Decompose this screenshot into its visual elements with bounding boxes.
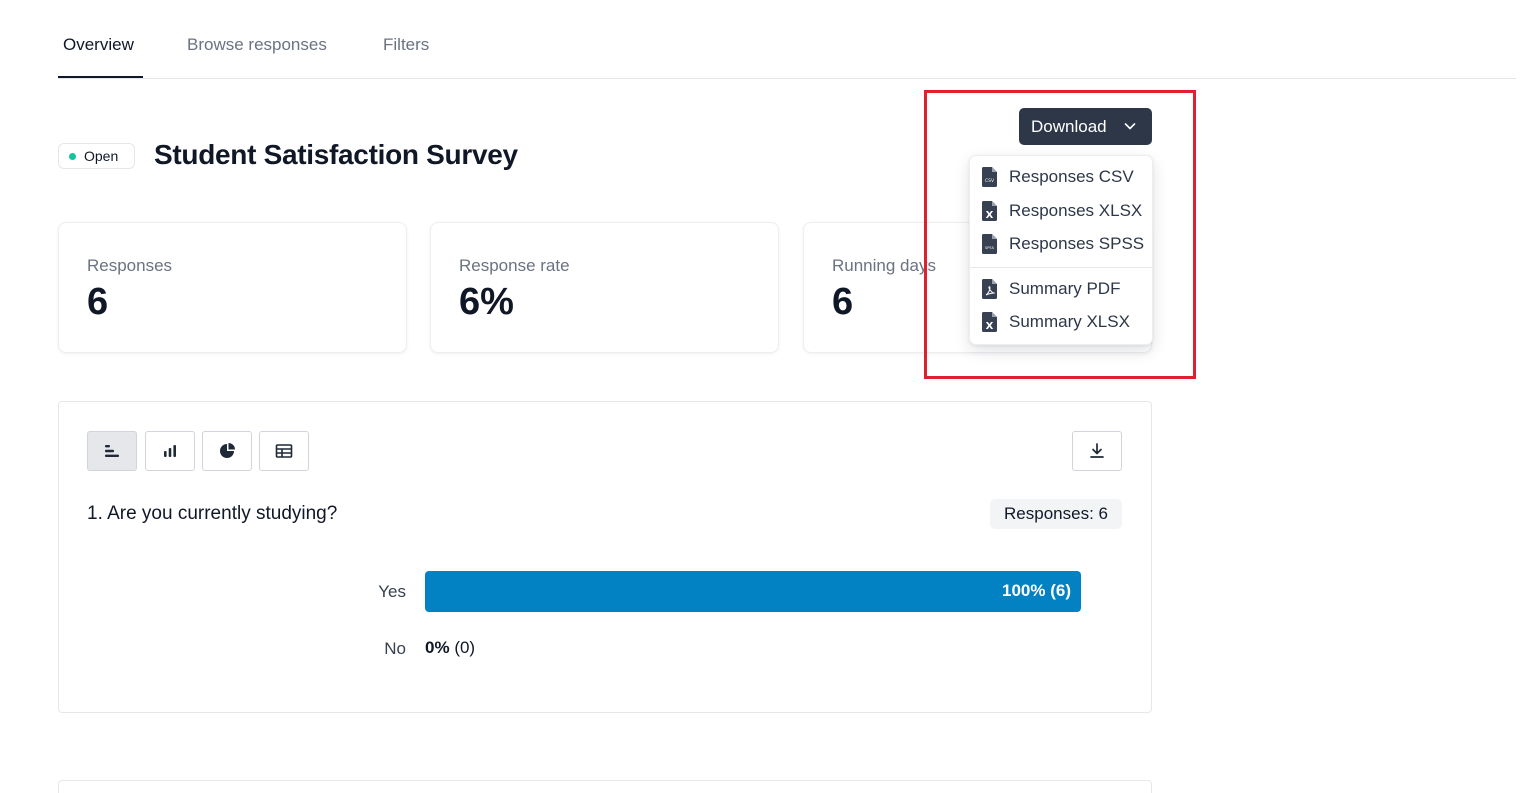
- table-view-button[interactable]: [259, 431, 309, 471]
- stat-value: 6: [832, 281, 854, 323]
- table-icon: [275, 444, 293, 458]
- tab-filters[interactable]: Filters: [383, 35, 429, 55]
- svg-text:CSV: CSV: [985, 178, 995, 184]
- download-icon: [1090, 443, 1104, 458]
- menu-item-label: Responses CSV: [1009, 167, 1134, 186]
- stat-label: Responses: [87, 256, 173, 275]
- menu-item-label: Summary XLSX: [1009, 312, 1130, 331]
- vertical-bar-view-button[interactable]: [145, 431, 195, 471]
- vertical-bar-chart-icon: [164, 445, 176, 457]
- stat-value: 6%: [459, 281, 514, 323]
- menu-divider: [970, 267, 1152, 268]
- horizontal-bar-chart-icon: [105, 445, 119, 457]
- answer-bar-fill: [425, 571, 1081, 612]
- menu-item-label: Responses SPSS: [1009, 234, 1145, 253]
- menu-item-label: Responses XLSX: [1009, 201, 1143, 220]
- question-title: 1. Are you currently studying?: [87, 503, 338, 524]
- tab-overview[interactable]: Overview: [63, 35, 134, 55]
- answer-bar-value: 0% (0): [425, 638, 476, 657]
- question-card: 1. Are you currently studying? Responses…: [58, 401, 1152, 713]
- menu-item-responses-csv[interactable]: CSV Responses CSV: [970, 162, 1152, 192]
- answer-label-yes: Yes: [378, 582, 406, 601]
- active-tab-indicator: [58, 76, 143, 78]
- responses-count-badge: Responses: 6: [990, 499, 1122, 529]
- svg-text:SPSS: SPSS: [985, 246, 995, 250]
- status-dot-icon: [69, 152, 76, 160]
- answer-label-no: No: [384, 639, 406, 658]
- chevron-down-icon: [1124, 123, 1136, 130]
- menu-item-label: Summary PDF: [1009, 279, 1121, 298]
- download-menu: CSV Responses CSV X Responses XLSX SPSS …: [969, 155, 1153, 345]
- menu-item-responses-xlsx[interactable]: X Responses XLSX: [970, 196, 1152, 226]
- stat-value: 6: [87, 281, 109, 323]
- answer-bar-value: 100% (6): [1002, 581, 1071, 600]
- menu-item-summary-pdf[interactable]: Summary PDF: [970, 274, 1152, 304]
- svg-text:X: X: [986, 210, 994, 221]
- pie-chart-icon: [220, 443, 235, 458]
- svg-text:X: X: [986, 321, 994, 332]
- download-button-label: Download: [1031, 116, 1107, 136]
- menu-item-responses-spss[interactable]: SPSS Responses SPSS: [970, 229, 1152, 259]
- stat-card-response-rate: Response rate 6%: [430, 222, 779, 353]
- stat-label: Response rate: [459, 256, 570, 275]
- page-title: Student Satisfaction Survey: [154, 139, 518, 170]
- download-button[interactable]: Download: [1019, 108, 1152, 145]
- pie-view-button[interactable]: [202, 431, 252, 471]
- answer-bar-yes: 100% (6): [425, 571, 1081, 612]
- tab-browse-responses[interactable]: Browse responses: [187, 35, 327, 55]
- menu-item-summary-xlsx[interactable]: X Summary XLSX: [970, 307, 1152, 337]
- horizontal-bar-view-button[interactable]: [87, 431, 137, 471]
- spss-file-icon: SPSS: [982, 234, 997, 254]
- csv-file-icon: CSV: [982, 167, 997, 187]
- status-badge: Open: [58, 143, 135, 169]
- pdf-file-icon: [982, 279, 997, 299]
- download-chart-button[interactable]: [1072, 431, 1122, 471]
- answer-bar-no: 0% (0): [425, 628, 1081, 669]
- stat-card-responses: Responses 6: [58, 222, 407, 353]
- status-text: Open: [84, 148, 119, 164]
- xlsx-file-icon: X: [982, 201, 997, 221]
- tab-bar: Overview Browse responses Filters: [58, 0, 1516, 79]
- xlsx-file-icon: X: [982, 312, 997, 332]
- stat-label: Running days: [832, 256, 936, 275]
- next-question-card: [58, 780, 1152, 793]
